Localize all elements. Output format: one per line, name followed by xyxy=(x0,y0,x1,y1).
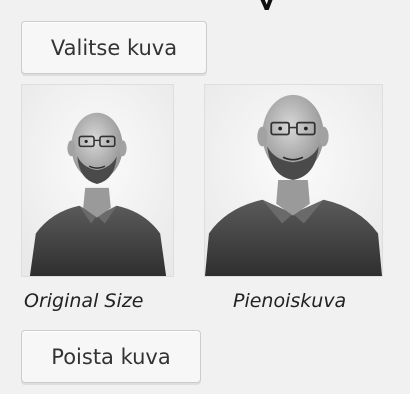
thumbnail-caption: Pienoiskuva xyxy=(233,290,347,312)
page-header-strip: y xyxy=(0,0,410,10)
thumbnail-preview xyxy=(204,84,383,277)
original-size-preview xyxy=(21,84,174,277)
original-size-caption: Original Size xyxy=(24,290,144,312)
section-heading-fragment: y xyxy=(258,0,275,10)
portrait-photo-thumbnail xyxy=(205,85,382,276)
select-image-button[interactable]: Valitse kuva xyxy=(21,21,207,74)
portrait-photo-original xyxy=(22,85,173,276)
remove-image-button[interactable]: Poista kuva xyxy=(21,330,201,383)
